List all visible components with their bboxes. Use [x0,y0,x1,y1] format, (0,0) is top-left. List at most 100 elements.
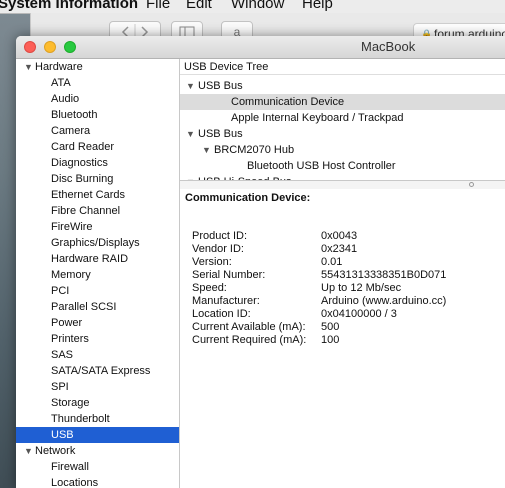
sidebar-item-label: Memory [51,269,91,281]
tree-row-label: USB Bus [198,128,243,140]
zoom-button[interactable] [64,41,76,53]
sidebar-item-label: Power [51,317,83,329]
sidebar-item[interactable]: SATA/SATA Express [16,363,179,379]
title-bar[interactable]: MacBook [16,36,505,59]
sidebar-item-label: Fibre Channel [51,205,121,217]
sidebar-item[interactable]: Audio [16,91,179,107]
property-row: Vendor ID: 0x2341 [192,243,502,256]
sidebar-item[interactable]: Disc Burning [16,171,179,187]
sidebar-item-label: Camera [51,125,91,137]
details-title: Communication Device: [185,192,311,204]
sidebar-item[interactable]: Firewall [16,459,179,475]
property-row: Speed: Up to 12 Mb/sec [192,282,502,295]
sidebar-item[interactable]: Printers [16,331,179,347]
sidebar-item-label: USB [51,429,74,441]
property-row: Version: 0.01 [192,256,502,269]
disclosure-triangle-icon[interactable]: ▼ [202,142,211,158]
sidebar-item-label: Ethernet Cards [51,189,125,201]
property-key: Vendor ID: [192,243,244,255]
disclosure-triangle-icon[interactable]: ▼ [186,78,195,94]
tree-row[interactable]: ▼ USB Bus [180,78,505,94]
sidebar-item-label: Parallel SCSI [51,301,117,313]
property-key: Manufacturer: [192,295,260,307]
property-value: 500 [321,321,340,333]
tree-row[interactable]: Apple Internal Keyboard / Trackpad [180,110,505,126]
tree-row-label: Apple Internal Keyboard / Trackpad [231,112,404,124]
sidebar-item-label: PCI [51,285,70,297]
property-row: Current Required (mA): 100 [192,334,502,347]
sidebar-item-label: SAS [51,349,74,361]
sidebar-item[interactable]: Bluetooth [16,107,179,123]
sidebar-item[interactable]: Storage [16,395,179,411]
sidebar-item-label: Firewall [51,461,89,473]
menu-window[interactable]: Window [231,0,284,11]
tree-row[interactable]: Bluetooth USB Host Controller [180,158,505,174]
sidebar-item-label: Locations [51,477,99,488]
sidebar-item[interactable]: Card Reader [16,139,179,155]
sidebar-item-label: Storage [51,397,90,409]
sidebar-item-label: Diagnostics [51,157,108,169]
sidebar-item[interactable]: Diagnostics [16,155,179,171]
sidebar-item[interactable]: Locations [16,475,179,488]
disclosure-triangle-icon[interactable]: ▼ [24,443,33,459]
property-row: Manufacturer: Arduino (www.arduino.cc) [192,295,502,308]
property-value: 100 [321,334,340,346]
close-button[interactable] [24,41,36,53]
sidebar-group-1[interactable]: ▼ Network [16,443,179,459]
tree-row-label: BRCM2070 Hub [214,144,295,156]
sidebar-item[interactable]: Hardware RAID [16,251,179,267]
sidebar-item[interactable]: SAS [16,347,179,363]
property-key: Current Available (mA): [192,321,306,333]
tree-header: USB Device Tree [180,59,505,75]
property-key: Serial Number: [192,269,266,281]
tree-row-label: Bluetooth USB Host Controller [247,160,396,172]
sidebar-item-label: Graphics/Displays [51,237,140,249]
property-key: Speed: [192,282,227,294]
sidebar-item[interactable]: Fibre Channel [16,203,179,219]
sidebar-item-label: SPI [51,381,69,393]
sidebar-item-label: Hardware RAID [51,253,129,265]
disclosure-triangle-icon[interactable]: ▼ [24,59,33,75]
property-value: 0x2341 [321,243,358,255]
property-value: Up to 12 Mb/sec [321,282,402,294]
sidebar-item[interactable]: PCI [16,283,179,299]
sidebar-item[interactable]: FireWire [16,219,179,235]
menu-bar: System Information File Edit Window Help [0,0,505,14]
sidebar-item[interactable]: Camera [16,123,179,139]
property-row: Location ID: 0x04100000 / 3 [192,308,502,321]
sidebar-item-label: Thunderbolt [51,413,110,425]
minimize-button[interactable] [44,41,56,53]
sidebar-item[interactable]: USB [16,427,179,443]
details-pane: Communication Device: Product ID: 0x0043 V… [180,189,505,488]
tree-row-label: Communication Device [231,96,345,108]
sidebar-group-label: Network [35,445,76,457]
property-key: Version: [192,256,232,268]
splitter-grip-icon[interactable] [469,182,474,187]
property-value: Arduino (www.arduino.cc) [321,295,447,307]
sidebar-item-label: Audio [51,93,80,105]
sidebar-item[interactable]: Parallel SCSI [16,299,179,315]
tree-row-label: USB Bus [198,80,243,92]
sidebar-item[interactable]: Graphics/Displays [16,235,179,251]
disclosure-triangle-icon[interactable]: ▼ [186,126,195,142]
menu-help[interactable]: Help [302,0,333,11]
sidebar-item-label: Card Reader [51,141,114,153]
sidebar: ▼ Hardware ATA Audio Bluetooth Camera Card Rea… [16,59,180,488]
menu-edit[interactable]: Edit [186,0,212,11]
sidebar-item[interactable]: SPI [16,379,179,395]
sidebar-item[interactable]: Thunderbolt [16,411,179,427]
system-information-window: MacBook ▼ Hardware ATA Audio Bluetooth Camera… [16,36,505,488]
sidebar-group-0[interactable]: ▼ Hardware [16,59,179,75]
window-title: MacBook [361,39,416,54]
sidebar-item[interactable]: Power [16,315,179,331]
sidebar-item[interactable]: Ethernet Cards [16,187,179,203]
menu-file[interactable]: File [146,0,170,11]
tree-row[interactable]: ▼ USB Bus [180,126,505,142]
sidebar-item[interactable]: Memory [16,267,179,283]
tree-row[interactable]: ▼ BRCM2070 Hub [180,142,505,158]
property-value: 55431313338351B0D071 [321,269,447,281]
menu-app-name[interactable]: System Information [0,0,138,11]
property-key: Product ID: [192,230,248,242]
sidebar-item[interactable]: ATA [16,75,179,91]
tree-row[interactable]: Communication Device [180,94,505,110]
